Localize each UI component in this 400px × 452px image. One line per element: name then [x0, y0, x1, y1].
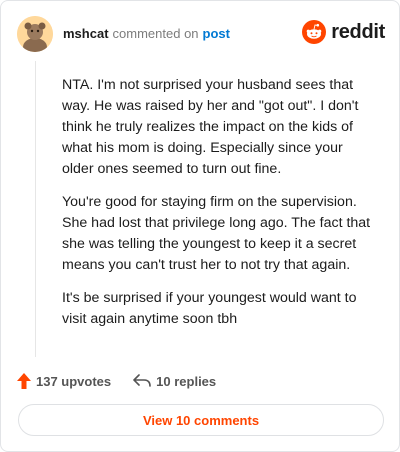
comment-actions: 137 upvotes 10 replies [17, 371, 377, 391]
reddit-wordmark: reddit [331, 20, 385, 43]
comment-header: mshcat commented on post reddit [17, 16, 385, 52]
reply-arrow-icon [133, 374, 151, 387]
upvote-button[interactable]: 137 upvotes [17, 373, 111, 389]
username[interactable]: mshcat [63, 26, 109, 41]
upvote-count: 137 upvotes [36, 373, 112, 389]
user-avatar[interactable] [17, 16, 53, 52]
comment-paragraph: It's be surprised if your youngest would… [62, 290, 357, 327]
replies-button[interactable]: 10 replies [133, 374, 216, 389]
view-comments-button[interactable]: View 10 comments [18, 404, 384, 436]
post-link[interactable]: post [203, 26, 230, 41]
upvote-arrow-icon [17, 373, 31, 389]
comment-card: mshcat commented on post reddit NTA. I'm n… [0, 0, 400, 452]
comment-paragraph: You're good for staying firm on the supe… [62, 194, 371, 273]
thread-line[interactable] [35, 61, 36, 357]
comment-body: NTA. I'm not surprised your husband sees… [62, 75, 372, 342]
reddit-logo[interactable]: reddit [302, 19, 385, 45]
comment-paragraph: NTA. I'm not surprised your husband sees… [62, 77, 359, 177]
comment-meta: mshcat commented on post [63, 26, 230, 42]
reddit-alien-icon [302, 20, 327, 44]
commented-on-text: commented on [112, 26, 199, 41]
reply-count: 10 replies [156, 373, 217, 389]
